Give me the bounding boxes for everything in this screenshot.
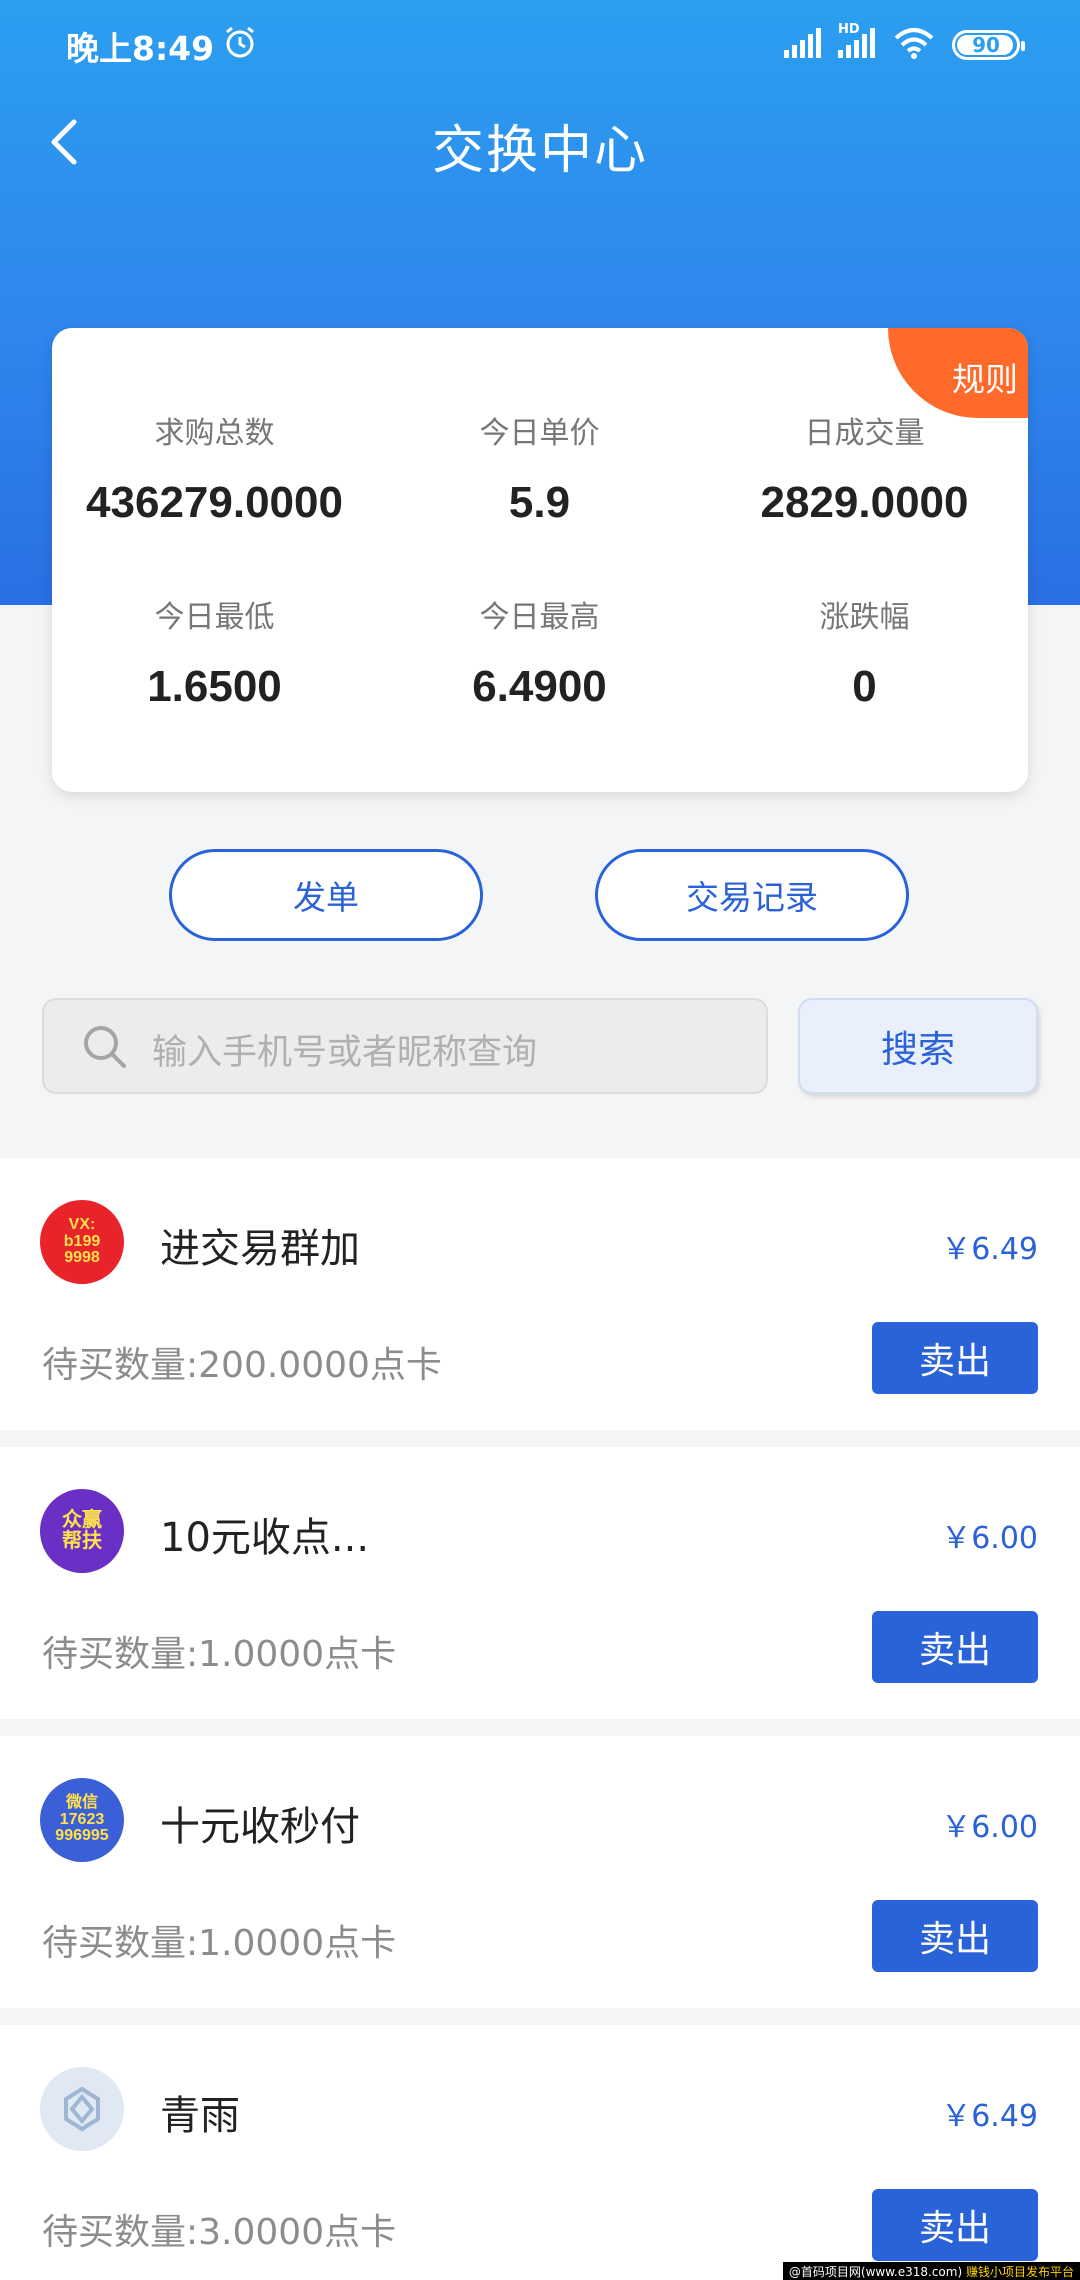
rules-button[interactable]: 规则 xyxy=(888,328,1028,418)
stats-card: 规则 求购总数 436279.0000 今日单价 5.9 日成交量 2829.0… xyxy=(52,328,1028,792)
stat-label: 涨跌幅 xyxy=(819,600,910,635)
avatar-text: 帮扶 xyxy=(62,1530,102,1552)
item-quantity: 待买数量:200.0000点卡 xyxy=(42,1345,442,1386)
avatar-text: 微信 xyxy=(65,1793,98,1811)
stat-total-buy: 求购总数 436279.0000 xyxy=(52,408,377,528)
item-quantity: 待买数量:1.0000点卡 xyxy=(42,1923,397,1964)
avatar: 微信 17623 996995 xyxy=(40,1778,124,1862)
stat-change: 涨跌幅 0 xyxy=(702,592,1027,712)
trade-records-button[interactable]: 交易记录 xyxy=(595,849,909,941)
search-placeholder: 输入手机号或者昵称查询 xyxy=(152,1033,538,1073)
battery-icon: 90 xyxy=(952,30,1025,60)
search-icon xyxy=(84,1026,126,1068)
stat-today-high: 今日最高 6.4900 xyxy=(377,592,702,712)
item-quantity: 待买数量:1.0000点卡 xyxy=(42,1634,397,1675)
stat-value: 1.6500 xyxy=(147,662,282,711)
stat-label: 求购总数 xyxy=(154,416,275,451)
stat-label: 今日最高 xyxy=(479,600,600,635)
stat-daily-volume: 日成交量 2829.0000 xyxy=(702,408,1027,528)
page-title: 交换中心 xyxy=(431,121,648,181)
status-time: 晚上8:49 xyxy=(66,29,215,68)
sell-button[interactable]: 卖出 xyxy=(872,1611,1038,1683)
avatar: 众赢 帮扶 xyxy=(40,1489,124,1573)
avatar xyxy=(40,2067,124,2151)
stat-today-low: 今日最低 1.6500 xyxy=(52,592,377,712)
stat-value: 5.9 xyxy=(508,478,571,527)
item-name: 青雨 xyxy=(160,2093,240,2139)
item-quantity: 待买数量:3.0000点卡 xyxy=(42,2212,397,2253)
item-price: ￥6.00 xyxy=(941,1521,1038,1556)
watermark-left: @首码项目网(www.e318.com) xyxy=(788,2265,963,2279)
watermark-right: 赚钱小项目发布平台 xyxy=(965,2265,1074,2279)
rules-label: 规则 xyxy=(952,360,1018,399)
item-price: ￥6.49 xyxy=(941,1232,1038,1267)
list-item: 众赢 帮扶 10元收点... ￥6.00 待买数量:1.0000点卡 卖出 xyxy=(0,1447,1080,1719)
battery-level: 90 xyxy=(972,33,1000,57)
list-item: 微信 17623 996995 十元收秒付 ￥6.00 待买数量:1.0000点卡 卖出 xyxy=(0,1736,1080,2008)
avatar: VX: b199 9998 xyxy=(40,1200,124,1284)
avatar-text: 996995 xyxy=(55,1827,109,1845)
stat-label: 今日最低 xyxy=(154,600,275,635)
avatar-text: 17623 xyxy=(59,1810,105,1828)
avatar-text: 众赢 xyxy=(62,1509,102,1531)
item-price: ￥6.00 xyxy=(941,1810,1038,1845)
stat-label: 今日单价 xyxy=(479,416,600,451)
item-name: 进交易群加 xyxy=(160,1226,360,1272)
alarm-icon xyxy=(226,26,254,58)
wifi-icon xyxy=(894,28,934,59)
signal-hd-icon xyxy=(838,28,875,58)
list-item: 青雨 ￥6.49 待买数量:3.0000点卡 卖出 xyxy=(0,2025,1080,2280)
signal-icon xyxy=(784,28,821,58)
watermark: @首码项目网(www.e318.com) 赚钱小项目发布平台 xyxy=(782,2262,1080,2280)
post-order-button[interactable]: 发单 xyxy=(169,849,483,941)
search-button[interactable]: 搜索 xyxy=(798,998,1038,1094)
stat-value: 6.4900 xyxy=(472,662,607,711)
avatar-text: VX: xyxy=(68,1215,96,1233)
sell-button[interactable]: 卖出 xyxy=(872,2189,1038,2261)
sell-button[interactable]: 卖出 xyxy=(872,1900,1038,1972)
stat-value: 436279.0000 xyxy=(86,478,343,527)
list-item: VX: b199 9998 进交易群加 ￥6.49 待买数量:200.0000点卡 卖出 xyxy=(0,1158,1080,1430)
item-price: ￥6.49 xyxy=(941,2099,1038,2134)
status-bar: 晚上8:49 HD 90 xyxy=(0,0,1080,86)
avatar-text: b199 xyxy=(63,1232,101,1250)
avatar-text: 9998 xyxy=(64,1249,100,1267)
stat-value: 2829.0000 xyxy=(760,478,969,527)
stat-today-price: 今日单价 5.9 xyxy=(377,408,702,528)
item-name: 十元收秒付 xyxy=(160,1804,360,1850)
sell-button[interactable]: 卖出 xyxy=(872,1322,1038,1394)
search-input[interactable]: 输入手机号或者昵称查询 xyxy=(42,998,768,1094)
stat-value: 0 xyxy=(852,662,877,711)
stat-label: 日成交量 xyxy=(804,416,925,451)
logo-icon xyxy=(64,2086,100,2132)
item-name: 10元收点... xyxy=(160,1515,370,1561)
